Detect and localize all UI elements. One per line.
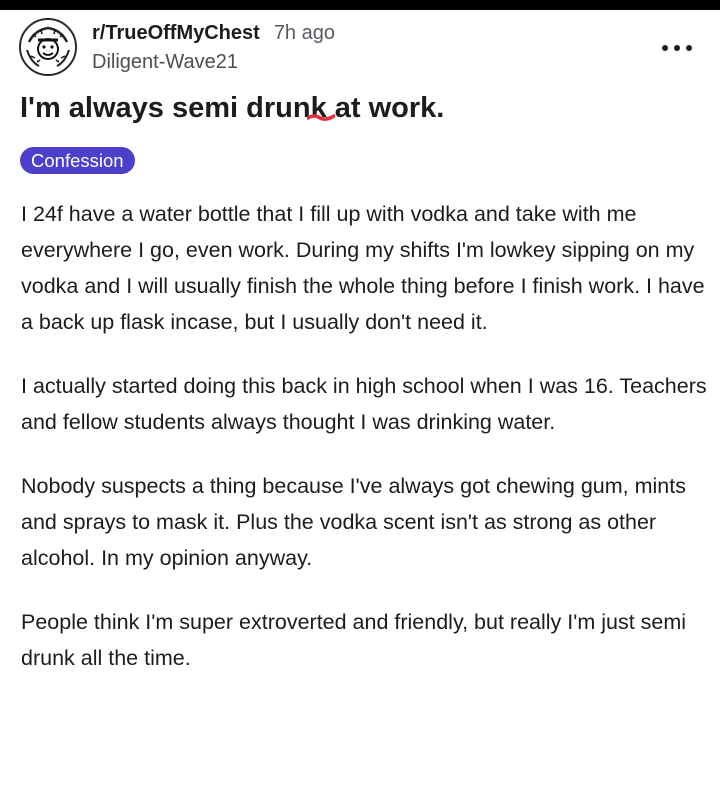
subreddit-avatar-icon[interactable] bbox=[19, 18, 77, 76]
post-paragraph: Nobody suspects a thing because I've alw… bbox=[21, 474, 686, 570]
red-scribble-mark bbox=[307, 114, 335, 121]
more-dot bbox=[662, 45, 668, 51]
post-title: I'm always semi drunk at work. bbox=[20, 92, 444, 125]
subreddit-link[interactable]: r/TrueOffMyChest bbox=[92, 22, 260, 45]
more-dot bbox=[686, 45, 692, 51]
post-meta-row: r/TrueOffMyChest 7h ago bbox=[92, 22, 335, 48]
more-options-icon[interactable] bbox=[662, 40, 692, 56]
post-meta: r/TrueOffMyChest 7h ago Diligent-Wave21 bbox=[92, 22, 335, 74]
post-timestamp: 7h ago bbox=[273, 22, 335, 44]
post-title-text: I'm always semi drunk at work. bbox=[20, 92, 445, 124]
post-card: r/TrueOffMyChest 7h ago Diligent-Wave21 … bbox=[0, 10, 720, 789]
post-paragraph: People think I'm super extroverted and f… bbox=[21, 610, 687, 670]
more-dot bbox=[674, 45, 680, 51]
post-flair-badge[interactable]: Confession bbox=[20, 147, 135, 174]
post-body: I 24f have a water bottle that I fill up… bbox=[21, 196, 711, 704]
post-paragraph: I 24f have a water bottle that I fill up… bbox=[21, 202, 705, 334]
top-bar bbox=[0, 0, 720, 10]
post-paragraph: I actually started doing this back in hi… bbox=[21, 374, 707, 434]
author-username[interactable]: Diligent-Wave21 bbox=[92, 51, 335, 74]
